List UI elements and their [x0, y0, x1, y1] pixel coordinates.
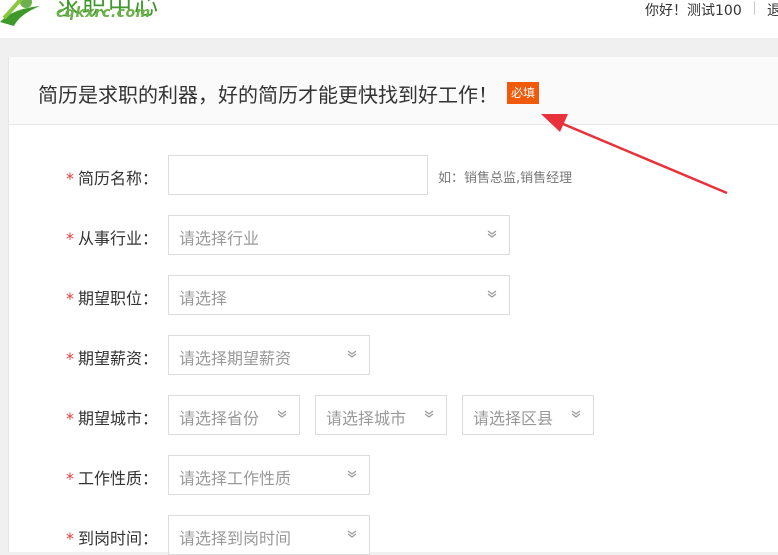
job-nature-select[interactable]: 请选择工作性质 — [168, 455, 370, 495]
chevron-down-icon — [424, 410, 434, 418]
logout-link[interactable]: 退 — [767, 0, 778, 20]
page-title: 简历是求职的利器，好的简历才能更快找到好工作！ — [38, 83, 498, 107]
district-placeholder: 请选择区县 — [473, 409, 554, 428]
industry-label: * 从事行业： — [66, 225, 158, 249]
chevron-down-icon — [571, 410, 581, 418]
job-nature-placeholder: 请选择工作性质 — [179, 469, 292, 488]
salary-placeholder: 请选择期望薪资 — [179, 349, 292, 368]
salary-select[interactable]: 请选择期望薪资 — [168, 335, 370, 375]
province-select[interactable]: 请选择省份 — [168, 395, 300, 435]
arrival-time-label-text: 到岗时间： — [78, 529, 159, 548]
required-mark: * — [66, 469, 74, 488]
city-label-text: 期望城市： — [78, 409, 159, 428]
chevron-down-icon — [347, 470, 357, 478]
required-mark: * — [66, 529, 74, 548]
required-mark: * — [66, 229, 74, 248]
resume-name-label: * 简历名称： — [66, 165, 158, 189]
industry-label-text: 从事行业： — [78, 229, 159, 248]
resume-name-hint: 如：销售总监,销售经理 — [438, 171, 573, 186]
header-divider — [754, 1, 755, 15]
district-select[interactable]: 请选择区县 — [462, 395, 594, 435]
top-bar: 求职中心 cqkxrc.com 你好！测试100 退 — [0, 0, 778, 38]
chevron-down-icon — [347, 530, 357, 538]
arrival-time-select[interactable]: 请选择到岗时间 — [168, 515, 370, 555]
job-nature-label: * 工作性质： — [66, 465, 158, 489]
position-label-text: 期望职位： — [78, 289, 159, 308]
required-mark: * — [66, 169, 74, 188]
chevron-down-icon — [487, 290, 497, 298]
required-mark: * — [66, 409, 74, 428]
position-label: * 期望职位： — [66, 285, 158, 309]
arrival-time-placeholder: 请选择到岗时间 — [179, 529, 292, 548]
salary-label-text: 期望薪资： — [78, 349, 159, 368]
industry-select[interactable]: 请选择行业 — [168, 215, 510, 255]
required-badge: 必填 — [507, 82, 540, 104]
city-label: * 期望城市： — [66, 405, 158, 429]
job-nature-label-text: 工作性质： — [78, 469, 159, 488]
salary-label: * 期望薪资： — [66, 345, 158, 369]
city-placeholder: 请选择城市 — [326, 409, 407, 428]
chevron-down-icon — [487, 230, 497, 238]
arrival-time-label: * 到岗时间： — [66, 525, 158, 549]
logo-domain: cqkxrc.com — [56, 5, 151, 21]
chevron-down-icon — [347, 350, 357, 358]
logo-mark-icon — [0, 0, 40, 26]
required-mark: * — [66, 289, 74, 308]
user-greeting: 你好！测试100 — [645, 3, 742, 19]
industry-placeholder: 请选择行业 — [179, 229, 260, 248]
position-select[interactable]: 请选择 — [168, 275, 510, 315]
chevron-down-icon — [277, 410, 287, 418]
resume-name-label-text: 简历名称： — [78, 169, 159, 188]
panel-header: 简历是求职的利器，好的简历才能更快找到好工作！ 必填 — [9, 57, 778, 125]
required-mark: * — [66, 349, 74, 368]
position-placeholder: 请选择 — [179, 289, 228, 308]
resume-name-input[interactable] — [168, 155, 428, 195]
province-placeholder: 请选择省份 — [179, 409, 260, 428]
city-select[interactable]: 请选择城市 — [315, 395, 447, 435]
